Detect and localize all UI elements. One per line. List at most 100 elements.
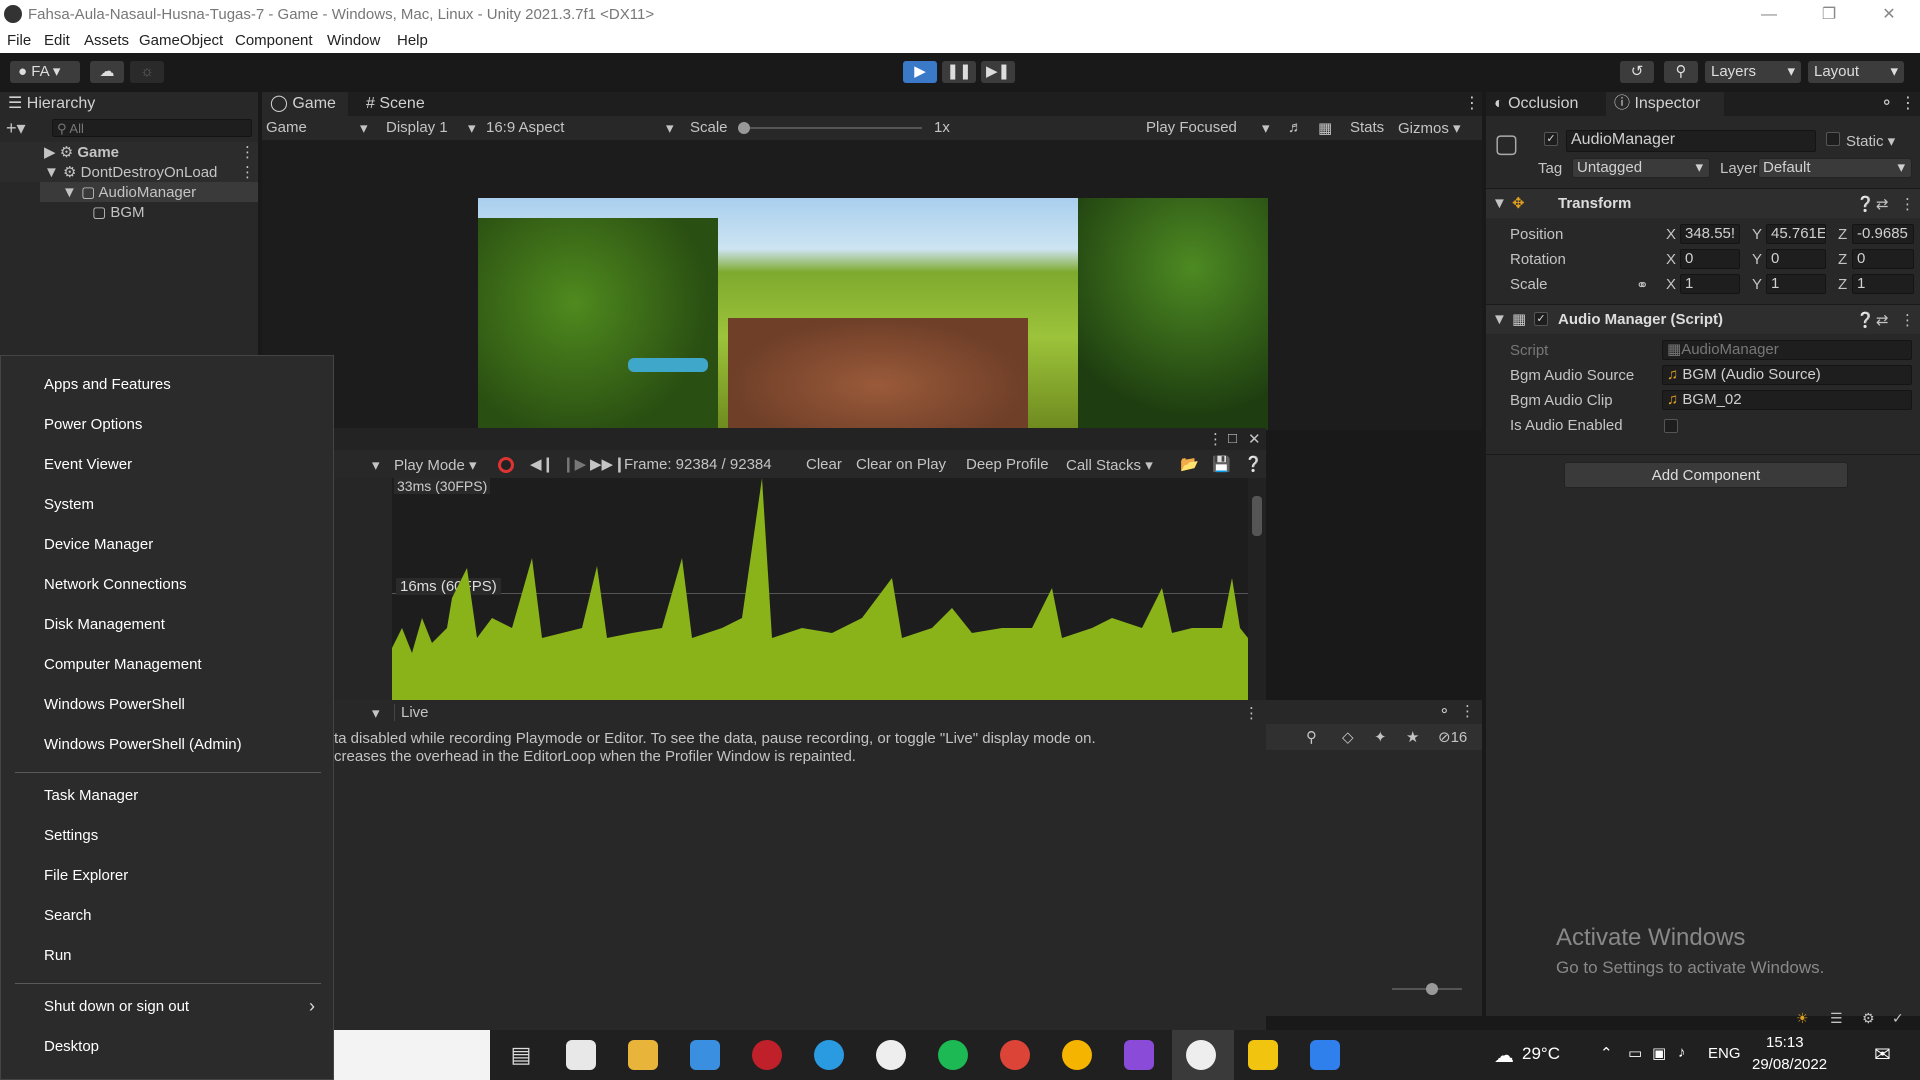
hierarchy-item-game[interactable]: ▶ ⚙ Game ⋮ [0,142,258,162]
tab-inspector[interactable]: ⓘ Inspector [1606,92,1724,116]
hierarchy-item-dontdestroy[interactable]: ▼ ⚙ DontDestroyOnLoad ⋮ [0,162,258,182]
kebab-icon[interactable]: ⋮ [1460,702,1475,720]
rotation-x-input[interactable]: 0 [1680,249,1740,269]
kebab-icon[interactable]: ⋮ [1456,92,1480,116]
foldout-icon[interactable]: ▼ [1492,195,1507,212]
zoom-slider-handle[interactable] [1426,983,1438,995]
menu-item-device-manager[interactable]: Device Manager [44,536,153,553]
add-icon[interactable]: +▾ [6,118,26,139]
hierarchy-search-input[interactable]: ⚲ All [52,119,252,137]
gizmos-dropdown[interactable]: Gizmos ▾ [1398,119,1461,137]
menu-item-shutdown[interactable]: Shut down or sign out [44,998,189,1015]
menu-window[interactable]: Window [327,32,380,49]
game-icon[interactable] [1248,1040,1278,1070]
tab-game[interactable]: ◯ Game [262,92,348,116]
profiler-chart[interactable]: 33ms (30FPS) 16ms (60FPS) [392,478,1248,700]
language-indicator[interactable]: ENG [1708,1045,1741,1062]
foldout-icon[interactable]: ▼ [1492,311,1507,328]
menu-file[interactable]: File [7,32,31,49]
minimize-button[interactable]: — [1746,0,1792,29]
history-icon[interactable]: ↺ [1620,61,1654,83]
position-z-input[interactable]: -0.9685 [1852,224,1914,244]
menu-item-task-manager[interactable]: Task Manager [44,787,138,804]
hierarchy-item-bgm[interactable]: ▢ BGM [40,202,258,222]
menu-assets[interactable]: Assets [84,32,129,49]
weather-temp[interactable]: 29°C [1522,1044,1560,1064]
menu-item-settings[interactable]: Settings [44,827,98,844]
kebab-icon[interactable]: ⋮ [1208,430,1223,448]
add-component-button[interactable]: Add Component [1564,462,1848,488]
tab-occlusion[interactable]: ◐ Occlusion [1486,92,1604,116]
menu-gameobject[interactable]: GameObject [139,32,223,49]
bgm-clip-field[interactable]: ♫ BGM_02 [1662,390,1912,410]
prev-frame-icon[interactable]: ❙▶ [562,455,586,473]
menu-item-network-connections[interactable]: Network Connections [44,576,187,593]
play-button[interactable]: ▶ [903,61,937,83]
menu-item-disk-management[interactable]: Disk Management [44,616,165,633]
chrome-alt-icon[interactable] [1062,1040,1092,1070]
position-y-input[interactable]: 45.761E [1766,224,1826,244]
call-stacks-dropdown[interactable]: Call Stacks ▾ [1066,456,1153,474]
network-icon[interactable]: ▣ [1652,1044,1666,1062]
menu-edit[interactable]: Edit [44,32,70,49]
menu-item-file-explorer[interactable]: File Explorer [44,867,128,884]
profiler-scrollbar[interactable] [1248,478,1266,700]
battery-icon[interactable]: ▭ [1628,1044,1642,1062]
notification-icon[interactable]: ✉ [1874,1042,1891,1067]
chrome-icon[interactable] [1000,1040,1030,1070]
menu-component[interactable]: Component [235,32,313,49]
record-button[interactable] [498,457,514,473]
last-frame-icon[interactable]: ▶▶❙ [590,455,626,473]
chevron-up-icon[interactable]: ⌃ [1600,1044,1613,1062]
menu-item-event-viewer[interactable]: Event Viewer [44,456,132,473]
scale-x-input[interactable]: 1 [1680,274,1740,294]
play-focused-dropdown[interactable]: Play Focused ▾ [1146,119,1276,137]
kebab-icon[interactable]: ⋮ [240,163,255,181]
menu-item-powershell-admin[interactable]: Windows PowerShell (Admin) [44,736,242,753]
audio-manager-header[interactable]: ▼ ▦ ✓ Audio Manager (Script) ❔ ⇄ ⋮ [1486,304,1920,334]
scale-y-input[interactable]: 1 [1766,274,1826,294]
play-mode-dropdown[interactable]: Play Mode ▾ [394,456,477,474]
lock-icon[interactable]: ⚬ [1438,702,1451,720]
clear-on-play-button[interactable]: Clear on Play [856,456,946,473]
search-icon[interactable]: ⚲ [1664,61,1698,83]
component-enabled-checkbox[interactable]: ✓ [1534,312,1548,326]
file-explorer-icon[interactable] [628,1040,658,1070]
kebab-icon[interactable]: ⋮ [240,143,255,161]
preset-icon[interactable]: ⇄ [1876,195,1889,213]
bgm-source-field[interactable]: ♫ BGM (Audio Source) [1662,365,1912,385]
hidden-count[interactable]: ⊘16 [1438,728,1467,746]
tab-hierarchy[interactable]: ☰ Hierarchy [0,92,258,116]
transform-header[interactable]: ▼ ✥ Transform ❔ ⇄ ⋮ [1486,188,1920,218]
edge-icon[interactable] [814,1040,844,1070]
kebab-icon[interactable]: ⋮ [1900,195,1915,213]
menu-item-system[interactable]: System [44,496,94,513]
volume-icon[interactable]: ♪ [1678,1044,1686,1061]
weather-icon[interactable]: ☁ [1494,1043,1514,1068]
restore-button[interactable]: ❐ [1806,0,1852,29]
load-icon[interactable]: 📂 [1180,455,1199,473]
help-icon[interactable]: ❔ [1244,455,1263,473]
tag-dropdown[interactable]: Untagged ▾ [1572,158,1710,178]
hierarchy-item-audiomanager[interactable]: ▼ ▢ AudioManager [40,182,258,202]
menu-item-power-options[interactable]: Power Options [44,416,142,433]
preset-icon[interactable]: ⇄ [1876,311,1889,329]
maximize-icon[interactable]: □ [1228,430,1237,447]
task-view-icon[interactable]: ▤ [506,1040,536,1070]
game-view-render[interactable] [478,198,1268,430]
photos-icon[interactable] [1310,1040,1340,1070]
pause-button[interactable]: ❚❚ [942,61,976,83]
help-icon[interactable]: ❔ [1856,311,1875,329]
kebab-icon[interactable]: ⋮ [1244,704,1259,722]
live-toggle[interactable]: Live [394,704,429,721]
menu-help[interactable]: Help [397,32,428,49]
mail-icon[interactable] [690,1040,720,1070]
close-icon[interactable]: ✕ [1248,430,1261,448]
layers-dropdown[interactable]: Layers ▾ [1705,61,1801,83]
scale-z-input[interactable]: 1 [1852,274,1914,294]
visual-studio-icon[interactable] [1124,1040,1154,1070]
check-icon[interactable]: ✓ [1892,1010,1904,1027]
display-dropdown[interactable]: Display 1 ▾ [386,119,480,137]
unity-icon[interactable] [1186,1040,1216,1070]
tab-scene[interactable]: # Scene [358,92,444,116]
